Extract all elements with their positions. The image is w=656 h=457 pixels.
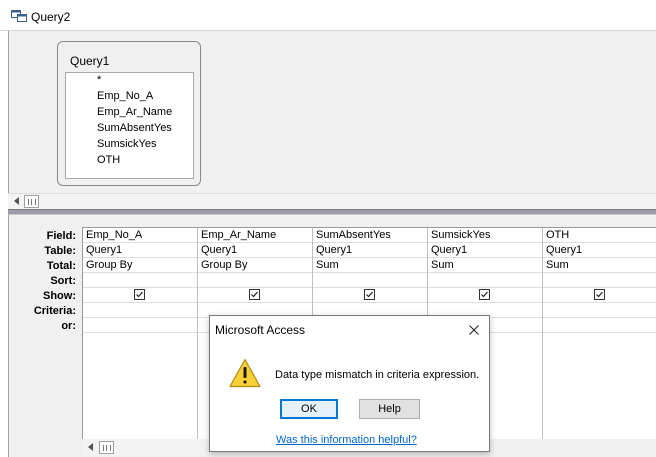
criteria-cell[interactable] xyxy=(543,303,656,318)
row-label-show: Show: xyxy=(43,290,76,302)
error-dialog: Microsoft Access Data type mismatch in c… xyxy=(209,315,490,452)
or-cell[interactable] xyxy=(83,318,197,333)
field-cell[interactable]: SumAbsentYes xyxy=(313,228,427,243)
field-list-item[interactable]: OTH xyxy=(97,154,120,166)
help-button[interactable]: Help xyxy=(359,399,420,419)
scroll-left-button[interactable] xyxy=(83,440,98,454)
show-checkbox[interactable] xyxy=(249,289,260,300)
or-cell[interactable] xyxy=(543,318,656,333)
show-checkbox[interactable] xyxy=(364,289,375,300)
table-cell[interactable]: Query1 xyxy=(198,243,312,258)
dialog-body: Data type mismatch in criteria expressio… xyxy=(210,344,489,451)
feedback-link[interactable]: Was this information helpful? xyxy=(276,434,417,446)
field-list-item[interactable]: Emp_Ar_Name xyxy=(97,106,172,118)
checkmark-icon xyxy=(136,291,143,298)
grid-column: Emp_No_A Query1 Group By xyxy=(83,228,198,439)
triangle-left-icon xyxy=(88,443,93,451)
scroll-left-button[interactable] xyxy=(9,194,24,208)
error-message: Data type mismatch in criteria expressio… xyxy=(275,369,480,381)
close-button[interactable] xyxy=(465,321,483,339)
window-title-bar: Query2 xyxy=(0,0,656,31)
dialog-title: Microsoft Access xyxy=(215,323,306,337)
total-cell[interactable]: Sum xyxy=(543,258,656,273)
grip-icon xyxy=(102,444,111,451)
row-label-table: Table: xyxy=(44,245,76,257)
field-cell[interactable]: SumsickYes xyxy=(428,228,542,243)
show-checkbox[interactable] xyxy=(479,289,490,300)
field-list-item[interactable]: Emp_No_A xyxy=(97,90,153,102)
total-cell[interactable]: Sum xyxy=(313,258,427,273)
dialog-title-bar[interactable]: Microsoft Access xyxy=(210,316,489,344)
show-checkbox[interactable] xyxy=(134,289,145,300)
scroll-thumb[interactable] xyxy=(24,195,39,208)
table-field-list[interactable]: Query1 * Emp_No_A Emp_Ar_Name SumAbsentY… xyxy=(57,41,201,186)
show-checkbox[interactable] xyxy=(594,289,605,300)
field-list-item[interactable]: SumsickYes xyxy=(97,138,157,150)
criteria-cell[interactable] xyxy=(83,303,197,318)
table-cell[interactable]: Query1 xyxy=(83,243,197,258)
sort-cell[interactable] xyxy=(543,273,656,288)
sort-cell[interactable] xyxy=(83,273,197,288)
grid-column: OTH Query1 Sum xyxy=(543,228,656,439)
row-label-sort: Sort: xyxy=(50,275,76,287)
table-cell[interactable]: Query1 xyxy=(313,243,427,258)
field-cell[interactable]: Emp_Ar_Name xyxy=(198,228,312,243)
field-list-item[interactable]: * xyxy=(97,74,101,86)
show-cell xyxy=(83,288,197,303)
total-cell[interactable]: Group By xyxy=(198,258,312,273)
grip-icon xyxy=(27,198,36,205)
window-title: Query2 xyxy=(31,10,71,24)
table-cell[interactable]: Query1 xyxy=(428,243,542,258)
triangle-left-icon xyxy=(14,197,19,205)
show-cell xyxy=(313,288,427,303)
warning-icon xyxy=(229,358,261,388)
row-label-total: Total: xyxy=(46,260,76,272)
show-cell xyxy=(428,288,542,303)
sort-cell[interactable] xyxy=(198,273,312,288)
row-label-or: or: xyxy=(61,320,76,332)
total-cell[interactable]: Sum xyxy=(428,258,542,273)
ok-button[interactable]: OK xyxy=(280,399,338,419)
show-cell xyxy=(198,288,312,303)
checkmark-icon xyxy=(251,291,258,298)
table-name[interactable]: Query1 xyxy=(70,54,109,68)
table-cell[interactable]: Query1 xyxy=(543,243,656,258)
field-cell[interactable]: OTH xyxy=(543,228,656,243)
query-icon xyxy=(11,10,27,22)
close-icon xyxy=(469,325,479,335)
field-list[interactable]: * Emp_No_A Emp_Ar_Name SumAbsentYes Sums… xyxy=(65,72,194,179)
total-cell[interactable]: Group By xyxy=(83,258,197,273)
show-cell xyxy=(543,288,656,303)
field-cell[interactable]: Emp_No_A xyxy=(83,228,197,243)
row-label-criteria: Criteria: xyxy=(33,305,76,317)
scroll-thumb[interactable] xyxy=(99,441,114,454)
row-label-field: Field: xyxy=(46,230,76,242)
sort-cell[interactable] xyxy=(428,273,542,288)
checkmark-icon xyxy=(366,291,373,298)
field-list-item[interactable]: SumAbsentYes xyxy=(97,122,172,134)
checkmark-icon xyxy=(596,291,603,298)
checkmark-icon xyxy=(481,291,488,298)
design-grid-scrollbar[interactable] xyxy=(82,439,212,455)
table-pane-scrollbar[interactable] xyxy=(8,193,656,209)
sort-cell[interactable] xyxy=(313,273,427,288)
